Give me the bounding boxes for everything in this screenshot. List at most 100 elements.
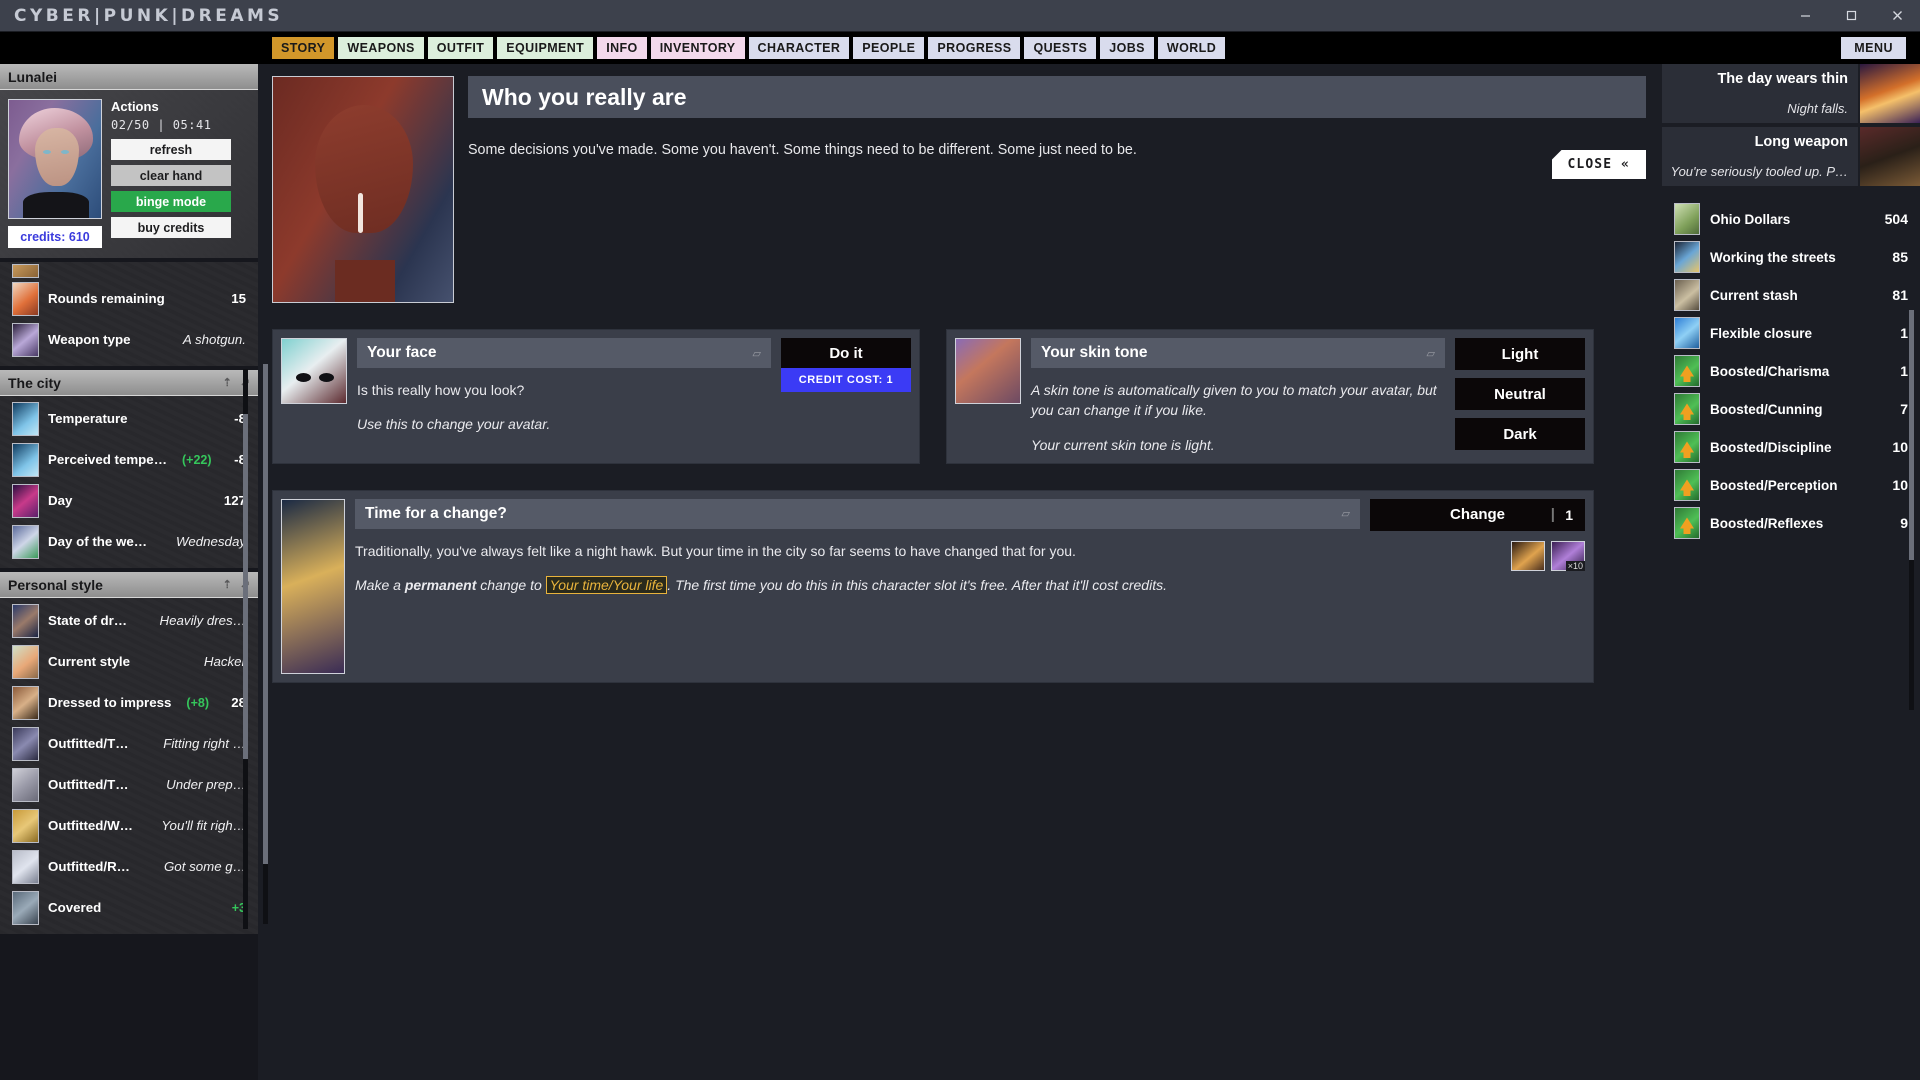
cards-row: Your face ▱ Is this really how you look?… <box>258 303 1662 464</box>
list-item[interactable]: Weapon type A shotgun. <box>0 319 258 360</box>
list-item[interactable]: Day 127 <box>0 480 258 521</box>
hooded-figure-icon <box>1858 127 1920 186</box>
perceived-temperature-icon <box>12 442 39 477</box>
main-scrollbar[interactable] <box>263 364 268 924</box>
preview-thumb-a[interactable] <box>1511 540 1545 571</box>
tab-world[interactable]: WORLD <box>1157 37 1226 59</box>
list-item[interactable]: Covered +3 <box>0 887 258 928</box>
stat-value: 7 <box>1900 401 1908 417</box>
portrait-wrap: credits: 610 <box>8 99 102 248</box>
list-item-label: Rounds remaining <box>48 291 165 306</box>
list-item[interactable]: Outfitted/R… Got some g… <box>0 846 258 887</box>
stat-value: 504 <box>1884 211 1908 227</box>
event-desc: Night falls. <box>1787 101 1848 116</box>
skin-tone-neutral-button[interactable]: Neutral <box>1455 378 1585 410</box>
tab-jobs[interactable]: JOBS <box>1100 37 1154 59</box>
do-it-button[interactable]: Do it <box>781 338 911 368</box>
app-brand: CYBER|PUNK|DREAMS <box>14 5 284 26</box>
skin-tone-light-button[interactable]: Light <box>1455 338 1585 370</box>
stat-label: Ohio Dollars <box>1710 211 1791 227</box>
list-item[interactable]: Temperature -8 <box>0 398 258 439</box>
pin-icon[interactable]: ▱ <box>1427 347 1435 360</box>
tab-progress[interactable]: PROGRESS <box>928 37 1021 59</box>
your-time-your-life-link[interactable]: Your time/Your life <box>545 576 668 595</box>
pin-icon[interactable]: ▱ <box>753 347 761 360</box>
binge-mode-button[interactable]: binge mode <box>111 191 231 212</box>
stat-row[interactable]: Boosted/Cunning 7 <box>1674 390 1908 428</box>
list-item[interactable]: Rounds remaining 15 <box>0 278 258 319</box>
tab-character[interactable]: CHARACTER <box>748 37 850 59</box>
list-item[interactable]: Day of the we… Wednesday <box>0 521 258 562</box>
minimize-icon[interactable] <box>1782 0 1828 32</box>
list-item[interactable]: Perceived tempe… (+22) -8 <box>0 439 258 480</box>
card-text: Traditionally, you've always felt like a… <box>355 542 1076 559</box>
list-item-label: Dressed to impress <box>48 695 172 710</box>
stat-label: Boosted/Cunning <box>1710 401 1823 417</box>
list-item[interactable] <box>0 264 258 278</box>
stat-row[interactable]: Ohio Dollars 504 <box>1674 200 1908 238</box>
stat-label: Boosted/Perception <box>1710 477 1838 493</box>
tab-outfit[interactable]: OUTFIT <box>427 37 494 59</box>
buy-credits-button[interactable]: buy credits <box>111 217 231 238</box>
maximize-icon[interactable] <box>1828 0 1874 32</box>
tab-inventory[interactable]: INVENTORY <box>650 37 745 59</box>
page-title: Who you really are <box>482 83 687 110</box>
event-card[interactable]: The day wears thin Night falls. <box>1662 64 1920 123</box>
list-item-label: Outfitted/R… <box>48 859 130 874</box>
boost-up-icon <box>1674 393 1700 425</box>
tab-equipment[interactable]: EQUIPMENT <box>497 37 594 59</box>
list-item-value: You'll fit righ… <box>161 818 246 833</box>
stat-row[interactable]: Boosted/Charisma 1 <box>1674 352 1908 390</box>
list-item-value: Hacker <box>203 654 246 669</box>
actions-title: Actions <box>111 99 159 114</box>
pin-icon[interactable]: ▱ <box>1342 507 1350 520</box>
stat-row[interactable]: Flexible closure 1 <box>1674 314 1908 352</box>
event-card[interactable]: Long weapon You're seriously tooled up. … <box>1662 127 1920 186</box>
stat-label: Boosted/Charisma <box>1710 363 1830 379</box>
list-item-bonus: (+8) <box>186 695 209 710</box>
dressed-to-impress-icon <box>12 685 39 720</box>
list-item[interactable]: Current style Hacker <box>0 641 258 682</box>
stat-row[interactable]: Boosted/Perception 10 <box>1674 466 1908 504</box>
stash-icon <box>1674 279 1700 311</box>
menu-button[interactable]: MENU <box>1841 37 1906 59</box>
credit-cost-badge[interactable]: CREDIT COST: 1 <box>781 368 911 392</box>
stat-label: Current stash <box>1710 287 1798 303</box>
list-item[interactable]: Outfitted/W… You'll fit righ… <box>0 805 258 846</box>
avatar[interactable] <box>8 99 102 219</box>
refresh-button[interactable]: refresh <box>111 139 231 160</box>
stat-row[interactable]: Boosted/Reflexes 9 <box>1674 504 1908 542</box>
stat-row[interactable]: Current stash 81 <box>1674 276 1908 314</box>
list-item[interactable]: Outfitted/T… Under prep… <box>0 764 258 805</box>
collapse-icon[interactable]: ⇡ <box>223 578 232 591</box>
clipped-icon <box>12 264 39 278</box>
close-icon[interactable] <box>1874 0 1920 32</box>
personal-style-list: State of dr… Heavily dres… Current style… <box>0 598 258 938</box>
title-bar: CYBER|PUNK|DREAMS <box>0 0 1920 32</box>
preview-thumb-b[interactable]: ×10 <box>1551 540 1585 571</box>
list-item-value: Under prep… <box>166 777 246 792</box>
card-body: Time for a change? ▱ Traditionally, you'… <box>355 498 1360 674</box>
character-name: Lunalei <box>8 68 58 85</box>
tab-quests[interactable]: QUESTS <box>1024 37 1097 59</box>
skin-tone-dark-button[interactable]: Dark <box>1455 418 1585 450</box>
collapse-icon[interactable]: ⇡ <box>223 376 232 389</box>
clear-hand-button[interactable]: clear hand <box>111 165 231 186</box>
left-sidebar-scrollbar[interactable] <box>243 369 248 929</box>
change-button[interactable]: Change | 1 <box>1370 498 1585 531</box>
list-item-label: Weapon type <box>48 332 131 347</box>
list-item[interactable]: Outfitted/T… Fitting right … <box>0 723 258 764</box>
tab-info[interactable]: INFO <box>597 37 647 59</box>
tab-story[interactable]: STORY <box>272 37 335 59</box>
close-button[interactable]: CLOSE « <box>1551 150 1646 179</box>
list-item[interactable]: Dressed to impress (+8) 28 <box>0 682 258 723</box>
stat-label: Flexible closure <box>1710 325 1813 341</box>
tab-weapons[interactable]: WEAPONS <box>338 37 424 59</box>
stat-row[interactable]: Working the streets 85 <box>1674 238 1908 276</box>
tab-people[interactable]: PEOPLE <box>853 37 925 59</box>
stat-row[interactable]: Boosted/Discipline 10 <box>1674 428 1908 466</box>
right-sidebar-scrollbar[interactable] <box>1909 310 1914 710</box>
stat-label: Working the streets <box>1710 249 1836 265</box>
list-item[interactable]: State of dr… Heavily dres… <box>0 600 258 641</box>
stat-value: 9 <box>1900 515 1908 531</box>
